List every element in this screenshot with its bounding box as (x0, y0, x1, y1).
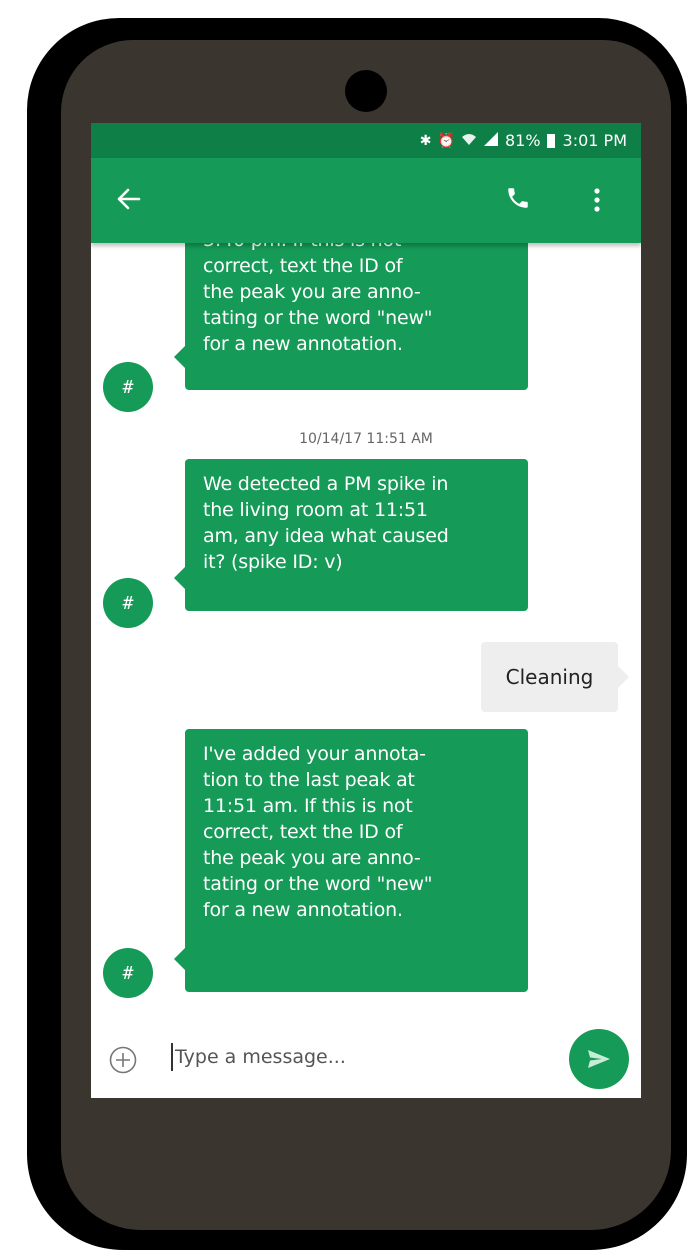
contact-avatar[interactable]: # (103, 362, 153, 412)
battery-percent: 81% (504, 131, 541, 150)
status-bar: ✱ ⏰ 81% 3:01 PM (91, 123, 641, 158)
phone-screen: ✱ ⏰ 81% 3:01 PM 5:40 pm. If this is not … (91, 123, 641, 1098)
message-composer (91, 1023, 641, 1098)
more-options-icon[interactable] (587, 186, 607, 214)
back-arrow-icon[interactable] (115, 185, 143, 213)
send-button[interactable] (569, 1029, 629, 1089)
message-timestamp: 10/14/17 11:51 AM (299, 431, 433, 447)
incoming-message-bubble[interactable]: I've added your annota- tion to the last… (174, 729, 528, 992)
front-camera (345, 70, 387, 112)
bluetooth-icon: ✱ (419, 132, 432, 149)
add-attachment-icon[interactable] (109, 1046, 137, 1074)
app-bar (91, 158, 641, 243)
contact-avatar[interactable]: # (103, 948, 153, 998)
contact-avatar[interactable]: # (103, 578, 153, 628)
text-cursor (171, 1043, 173, 1071)
outgoing-message-bubble[interactable]: Cleaning (481, 642, 629, 712)
incoming-message-bubble[interactable]: 5:40 pm. If this is not correct, text th… (174, 223, 528, 390)
status-time: 3:01 PM (562, 131, 627, 150)
incoming-message-bubble[interactable]: We detected a PM spike in the living roo… (174, 459, 528, 611)
message-input[interactable] (175, 1039, 555, 1075)
phone-call-icon[interactable] (505, 185, 531, 211)
battery-icon (546, 133, 555, 148)
signal-icon (483, 132, 499, 149)
message-list[interactable]: 5:40 pm. If this is not correct, text th… (91, 223, 641, 1023)
alarm-icon: ⏰ (437, 132, 455, 149)
wifi-icon (461, 132, 477, 149)
send-icon (588, 1050, 610, 1068)
